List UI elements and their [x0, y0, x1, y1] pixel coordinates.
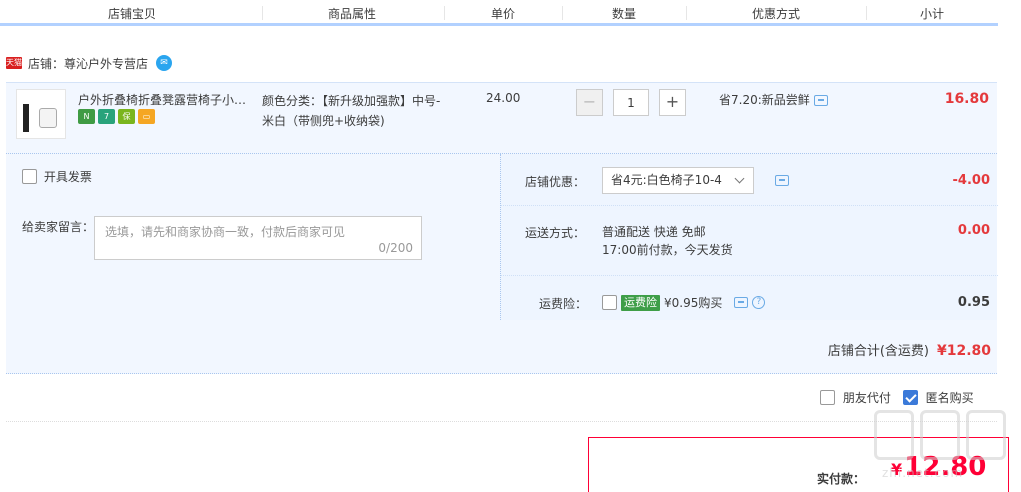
shipping-amount: 0.00 — [957, 223, 990, 238]
watermark-glyph — [920, 410, 960, 460]
product-title-link[interactable]: 户外折叠椅折叠凳露营椅子小马扎 — [78, 91, 256, 108]
shop-total-label: 店铺合计(含运费) — [827, 344, 929, 359]
shipping-row: 运送方式： 普通配送 快递 免邮 17:00前付款，今天发货 0.00 — [501, 206, 998, 276]
order-right-area: 店铺优惠： 省4元:白色椅子10-4 -4.00 运送方式： 普通配送 快递 免… — [500, 154, 998, 320]
header-col-discount: 优惠方式 — [752, 7, 801, 21]
header-separator — [444, 6, 445, 20]
shop-name[interactable]: 店铺：尊沁户外专营店 — [28, 55, 148, 72]
note-char-count: 0/200 — [378, 241, 413, 255]
order-panel: 开具发票 给卖家留言： 选填，请先和商家协商一致，付款后商家可见 0/200 店… — [6, 154, 998, 374]
shop-discount-amount: -4.00 — [952, 173, 990, 188]
comment-icon[interactable] — [813, 95, 828, 106]
section-divider — [6, 421, 997, 422]
increase-quantity-button[interactable]: + — [659, 89, 686, 116]
insurance-checkbox[interactable] — [602, 295, 617, 310]
friend-pay-option[interactable]: 朋友代付 — [820, 389, 891, 406]
anonymous-purchase-label: 匿名购买 — [925, 391, 974, 405]
product-thumbnail[interactable] — [16, 89, 66, 139]
product-attributes: 颜色分类：【新升级加强款】中号-米白（带侧兜+收纳袋) — [262, 94, 441, 128]
watermark-glyph — [966, 410, 1006, 460]
header-col-subtotal: 小计 — [920, 7, 945, 21]
insurance-tag: 运费险 — [621, 294, 660, 311]
shop-discount-value: 省4元:白色椅子10-4 — [611, 173, 722, 187]
seven-day-return-icon: 7 — [98, 109, 115, 124]
watermark-glyph — [874, 410, 914, 460]
insurance-amount: 0.95 — [957, 295, 990, 310]
help-icon[interactable]: ? — [752, 296, 766, 309]
invoice-label: 开具发票 — [43, 170, 92, 184]
insurance-row: 运费险： 运费险 ¥0.95购买 ? 0.95 — [501, 276, 998, 320]
guarantee-icon: 保 — [118, 109, 135, 124]
credit-card-icon: ▭ — [138, 109, 155, 124]
shop-row: 天猫 店铺：尊沁户外专营店 ✉ — [6, 54, 173, 72]
item-promotion: 省7.20:新品尝鲜 — [719, 91, 828, 108]
unit-price: 24.00 — [486, 91, 521, 105]
shipping-details: 普通配送 快递 免邮 17:00前付款，今天发货 — [602, 223, 733, 259]
cart-header: 店铺宝贝 商品属性 单价 数量 优惠方式 小计 — [0, 0, 998, 26]
invoice-option[interactable]: 开具发票 — [22, 168, 92, 185]
shop-discount-row: 店铺优惠： 省4元:白色椅子10-4 -4.00 — [501, 154, 998, 206]
chat-icon[interactable]: ✉ — [156, 55, 173, 71]
promotion-text: 省7.20:新品尝鲜 — [719, 93, 810, 107]
purchase-options: 朋友代付 匿名购买 — [820, 389, 974, 406]
shipping-label: 运送方式： — [525, 226, 586, 240]
decrease-quantity-button[interactable]: − — [576, 89, 603, 116]
insurance-label: 运费险： — [539, 297, 588, 311]
seller-note-textarea[interactable]: 选填，请先和商家协商一致，付款后商家可见 0/200 — [94, 216, 422, 260]
header-separator — [866, 6, 867, 20]
cart-item-row: 户外折叠椅折叠凳露营椅子小马扎 N 7 保 ▭ 颜色分类：【新升级加强款】中号-… — [6, 82, 997, 154]
header-col-quantity: 数量 — [612, 7, 637, 21]
insurance-price: ¥0.95购买 — [664, 296, 723, 310]
shop-total: 店铺合计(含运费) ¥12.80 — [828, 340, 991, 359]
friend-pay-label: 朋友代付 — [842, 391, 891, 405]
header-col-attributes: 商品属性 — [328, 7, 377, 21]
chevron-down-icon — [734, 173, 745, 184]
header-separator — [562, 6, 563, 20]
header-col-price: 单价 — [491, 7, 516, 21]
quantity-input[interactable]: 1 — [613, 89, 649, 116]
watermark-text: zhi.net.com — [882, 466, 964, 480]
invoice-checkbox[interactable] — [22, 169, 37, 184]
shipping-note: 17:00前付款，今天发货 — [602, 243, 733, 257]
chair-image-part — [39, 108, 57, 128]
new-badge-icon: N — [78, 109, 95, 124]
site-watermark: zhi.net.com — [870, 410, 1015, 485]
order-left-area: 开具发票 给卖家留言： 选填，请先和商家协商一致，付款后商家可见 0/200 — [6, 154, 500, 320]
service-badges: N 7 保 ▭ — [78, 109, 155, 124]
shop-discount-select[interactable]: 省4元:白色椅子10-4 — [602, 167, 754, 194]
header-separator — [686, 6, 687, 20]
chair-image-part — [23, 104, 29, 132]
header-separator — [262, 6, 263, 20]
anonymous-purchase-checkbox[interactable] — [902, 390, 918, 405]
payment-label: 实付款： — [817, 472, 866, 486]
header-col-shop-item: 店铺宝贝 — [108, 7, 157, 21]
note-placeholder: 选填，请先和商家协商一致，付款后商家可见 — [105, 225, 346, 239]
insurance-option[interactable]: 运费险 ¥0.95购买 ? — [602, 294, 766, 311]
comment-icon[interactable] — [734, 297, 749, 308]
shop-discount-label: 店铺优惠： — [525, 175, 586, 189]
friend-pay-checkbox[interactable] — [820, 390, 835, 405]
comment-icon[interactable] — [775, 175, 789, 186]
item-subtotal: 16.80 — [944, 91, 989, 107]
seller-note-label: 给卖家留言： — [22, 220, 95, 234]
shipping-method: 普通配送 快递 免邮 — [602, 225, 706, 239]
anonymous-purchase-option[interactable]: 匿名购买 — [902, 389, 974, 406]
quantity-stepper: − 1 + — [576, 89, 686, 116]
tmall-badge: 天猫 — [6, 57, 22, 69]
shop-total-amount: ¥12.80 — [936, 343, 991, 359]
